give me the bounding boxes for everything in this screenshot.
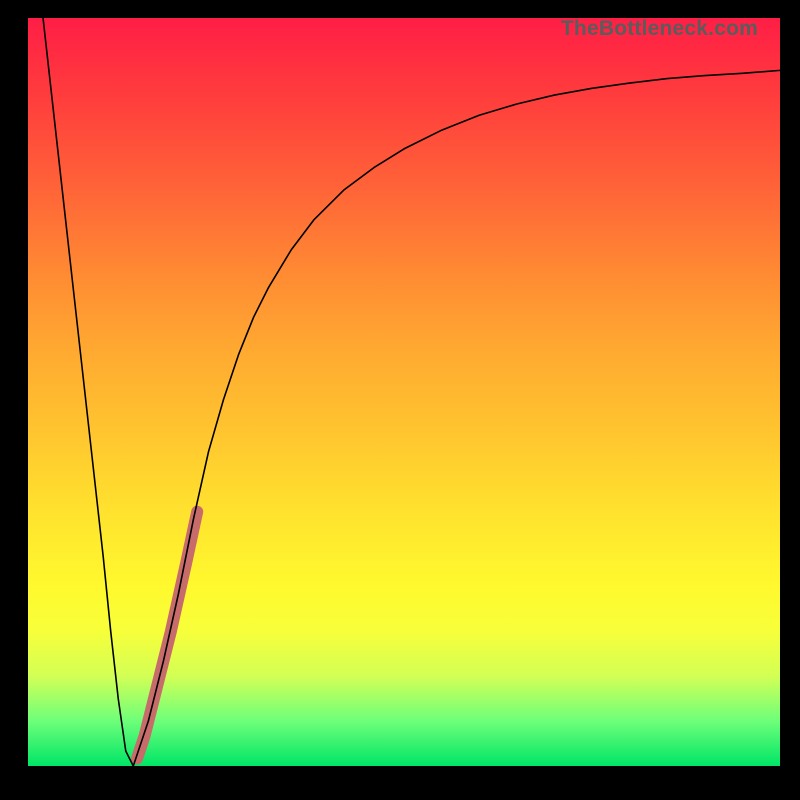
chart-frame: TheBottleneck.com [0, 0, 800, 800]
series-curve [43, 18, 780, 766]
chart-plot-area: TheBottleneck.com [28, 18, 780, 766]
chart-svg [28, 18, 780, 766]
